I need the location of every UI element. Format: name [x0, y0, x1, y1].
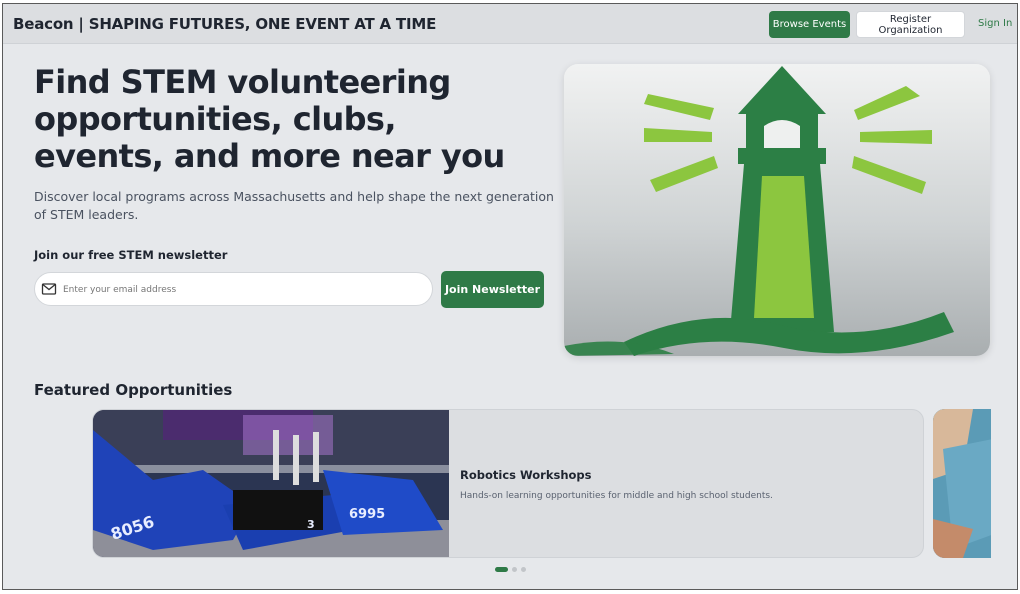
next-card-peek[interactable]: [933, 409, 991, 558]
card-title[interactable]: Robotics Workshops: [460, 468, 592, 482]
email-input[interactable]: [63, 281, 423, 299]
sign-in-link[interactable]: Sign In: [978, 18, 1012, 29]
join-newsletter-button[interactable]: Join Newsletter: [441, 271, 544, 308]
next-card-photo: [933, 409, 991, 558]
carousel-dot-1[interactable]: [495, 567, 508, 572]
opportunity-card[interactable]: 8056 6995 3 Robotics Workshops Hands-on …: [92, 409, 924, 558]
featured-heading: Featured Opportunities: [34, 381, 233, 399]
carousel-dot-2[interactable]: [512, 567, 517, 572]
top-nav-bar: Beacon | SHAPING FUTURES, ONE EVENT AT A…: [3, 4, 1017, 44]
lighthouse-logo-icon: [564, 66, 954, 356]
card-description: Hands-on learning opportunities for midd…: [460, 491, 773, 501]
brand-title[interactable]: Beacon | SHAPING FUTURES, ONE EVENT AT A…: [13, 15, 436, 33]
newsletter-label: Join our free STEM newsletter: [34, 248, 228, 262]
robot-number-3: 3: [307, 518, 315, 531]
robotics-photo: 8056 6995 3: [93, 410, 449, 557]
robot-number-6995: 6995: [349, 507, 385, 522]
featured-carousel[interactable]: 8056 6995 3 Robotics Workshops Hands-on …: [92, 409, 991, 558]
mail-icon: [41, 283, 57, 295]
lighthouse-logo-image: [564, 64, 990, 356]
hero-description: Discover local programs across Massachus…: [34, 189, 554, 222]
browse-events-button[interactable]: Browse Events: [769, 11, 850, 38]
app-window: Beacon | SHAPING FUTURES, ONE EVENT AT A…: [2, 3, 1018, 590]
register-organization-button[interactable]: Register Organization: [856, 11, 965, 38]
hero-heading: Find STEM volunteering opportunities, cl…: [34, 63, 505, 175]
carousel-dot-3[interactable]: [521, 567, 526, 572]
email-field[interactable]: [34, 272, 433, 306]
